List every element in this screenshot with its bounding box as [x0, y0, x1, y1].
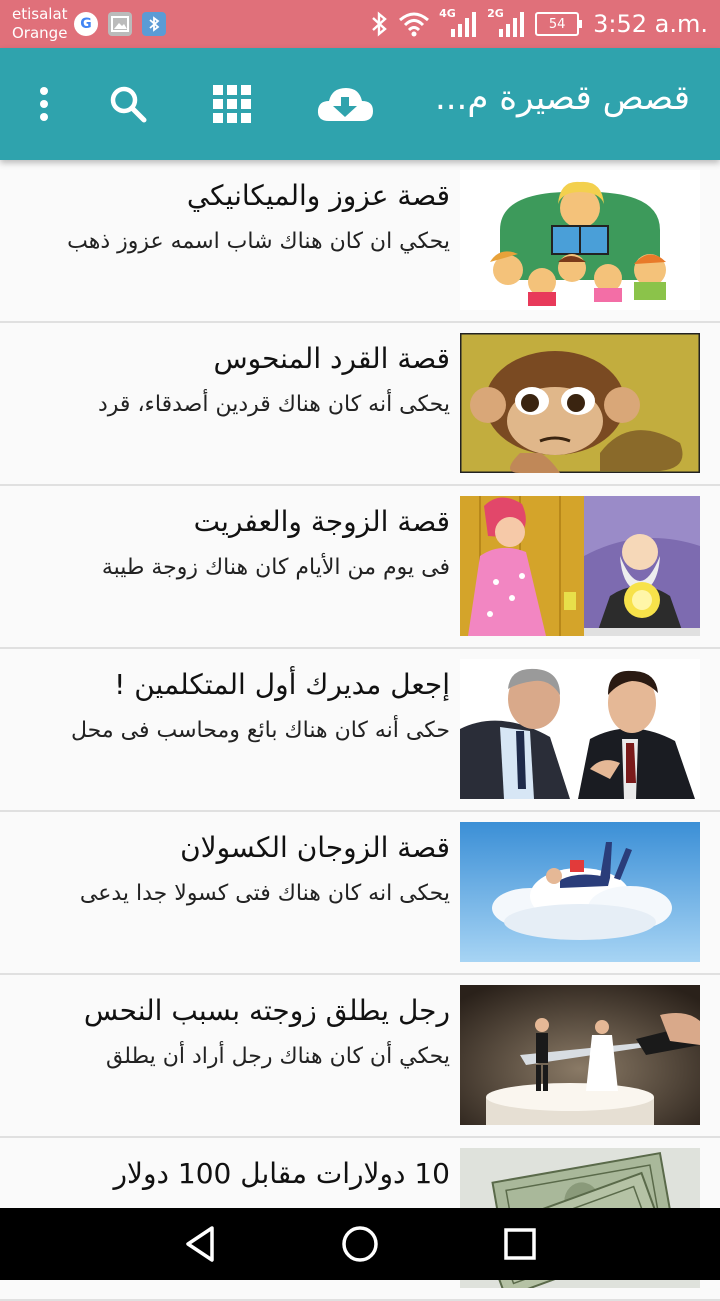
recents-icon [504, 1228, 536, 1260]
home-button[interactable] [336, 1220, 384, 1268]
story-excerpt: فى يوم من الأيام كان هناك زوجة طيبة [101, 555, 450, 580]
home-icon [342, 1226, 378, 1262]
story-thumbnail [460, 985, 700, 1125]
back-icon [186, 1226, 214, 1262]
more-options-button[interactable] [16, 76, 72, 132]
battery-level: 54 [548, 16, 566, 32]
carrier-line-1: etisalat [12, 5, 68, 23]
story-excerpt: حكى أنه كان هناك بائع ومحاسب فى محل [71, 718, 450, 743]
carrier-line-2: Orange [12, 24, 68, 42]
carrier-label: etisalat Orange [12, 5, 68, 43]
story-item[interactable]: قصة القرد المنحوس يحكى أنه كان هناك قردي… [0, 323, 720, 486]
bluetooth-notification-icon [142, 12, 166, 36]
bluetooth-icon [372, 11, 387, 37]
google-icon: G [74, 12, 98, 36]
battery-icon: 54 [535, 12, 583, 36]
story-thumbnail [460, 333, 700, 473]
story-thumbnail [460, 170, 700, 310]
story-title: رجل يطلق زوجته بسبب النحس [83, 994, 450, 1027]
story-excerpt: يحكي ان كان هناك شاب اسمه عزوز ذهب [67, 229, 450, 254]
story-title: 10 دولارات مقابل 100 دولار [113, 1157, 451, 1190]
story-item[interactable]: رجل يطلق زوجته بسبب النحس يحكي أن كان هن… [0, 975, 720, 1138]
signal-4g-icon: 4G [439, 7, 479, 39]
download-icon [317, 88, 373, 121]
search-button[interactable] [100, 76, 156, 132]
story-item[interactable]: قصة الزوجان الكسولان يحكى انه كان هناك ف… [0, 812, 720, 975]
story-title: قصة عزوز والميكانيكي [186, 179, 450, 212]
app-title: قصص قصيرة م... [434, 78, 690, 118]
grid-icon [213, 85, 251, 123]
download-button[interactable] [314, 76, 376, 132]
wifi-icon [399, 12, 430, 37]
categories-button[interactable] [204, 76, 260, 132]
back-button[interactable] [176, 1220, 224, 1268]
story-title: إجعل مديرك أول المتكلمين ! [114, 668, 450, 701]
recents-button[interactable] [496, 1220, 544, 1268]
navigation-bar [0, 1208, 720, 1280]
story-excerpt: يحكي أن كان هناك رجل أراد أن يطلق [105, 1044, 450, 1069]
status-bar: etisalat Orange G 4G 2G 54 3:52 a.m. [0, 0, 720, 48]
story-thumbnail [460, 822, 700, 962]
story-title: قصة الزوجان الكسولان [180, 831, 450, 864]
clock: 3:52 a.m. [593, 10, 708, 38]
signal-2g-icon: 2G [487, 7, 527, 39]
story-thumbnail [460, 659, 700, 799]
story-list[interactable]: قصة عزوز والميكانيكي يحكي ان كان هناك شا… [0, 160, 720, 1301]
app-bar: قصص قصيرة م... [0, 48, 720, 160]
story-title: قصة القرد المنحوس [213, 342, 450, 375]
story-title: قصة الزوجة والعفريت [193, 505, 450, 538]
story-thumbnail [460, 496, 700, 636]
image-icon [108, 12, 132, 36]
story-excerpt: يحكى أنه كان هناك قردين أصدقاء، قرد [98, 392, 450, 417]
more-vert-icon [40, 87, 48, 121]
search-icon [110, 86, 147, 123]
story-item[interactable]: قصة الزوجة والعفريت فى يوم من الأيام كان… [0, 486, 720, 649]
story-excerpt: يحكى انه كان هناك فتى كسولا جدا يدعى [79, 881, 450, 906]
story-item[interactable]: قصة عزوز والميكانيكي يحكي ان كان هناك شا… [0, 160, 720, 323]
story-item[interactable]: إجعل مديرك أول المتكلمين ! حكى أنه كان ه… [0, 649, 720, 812]
